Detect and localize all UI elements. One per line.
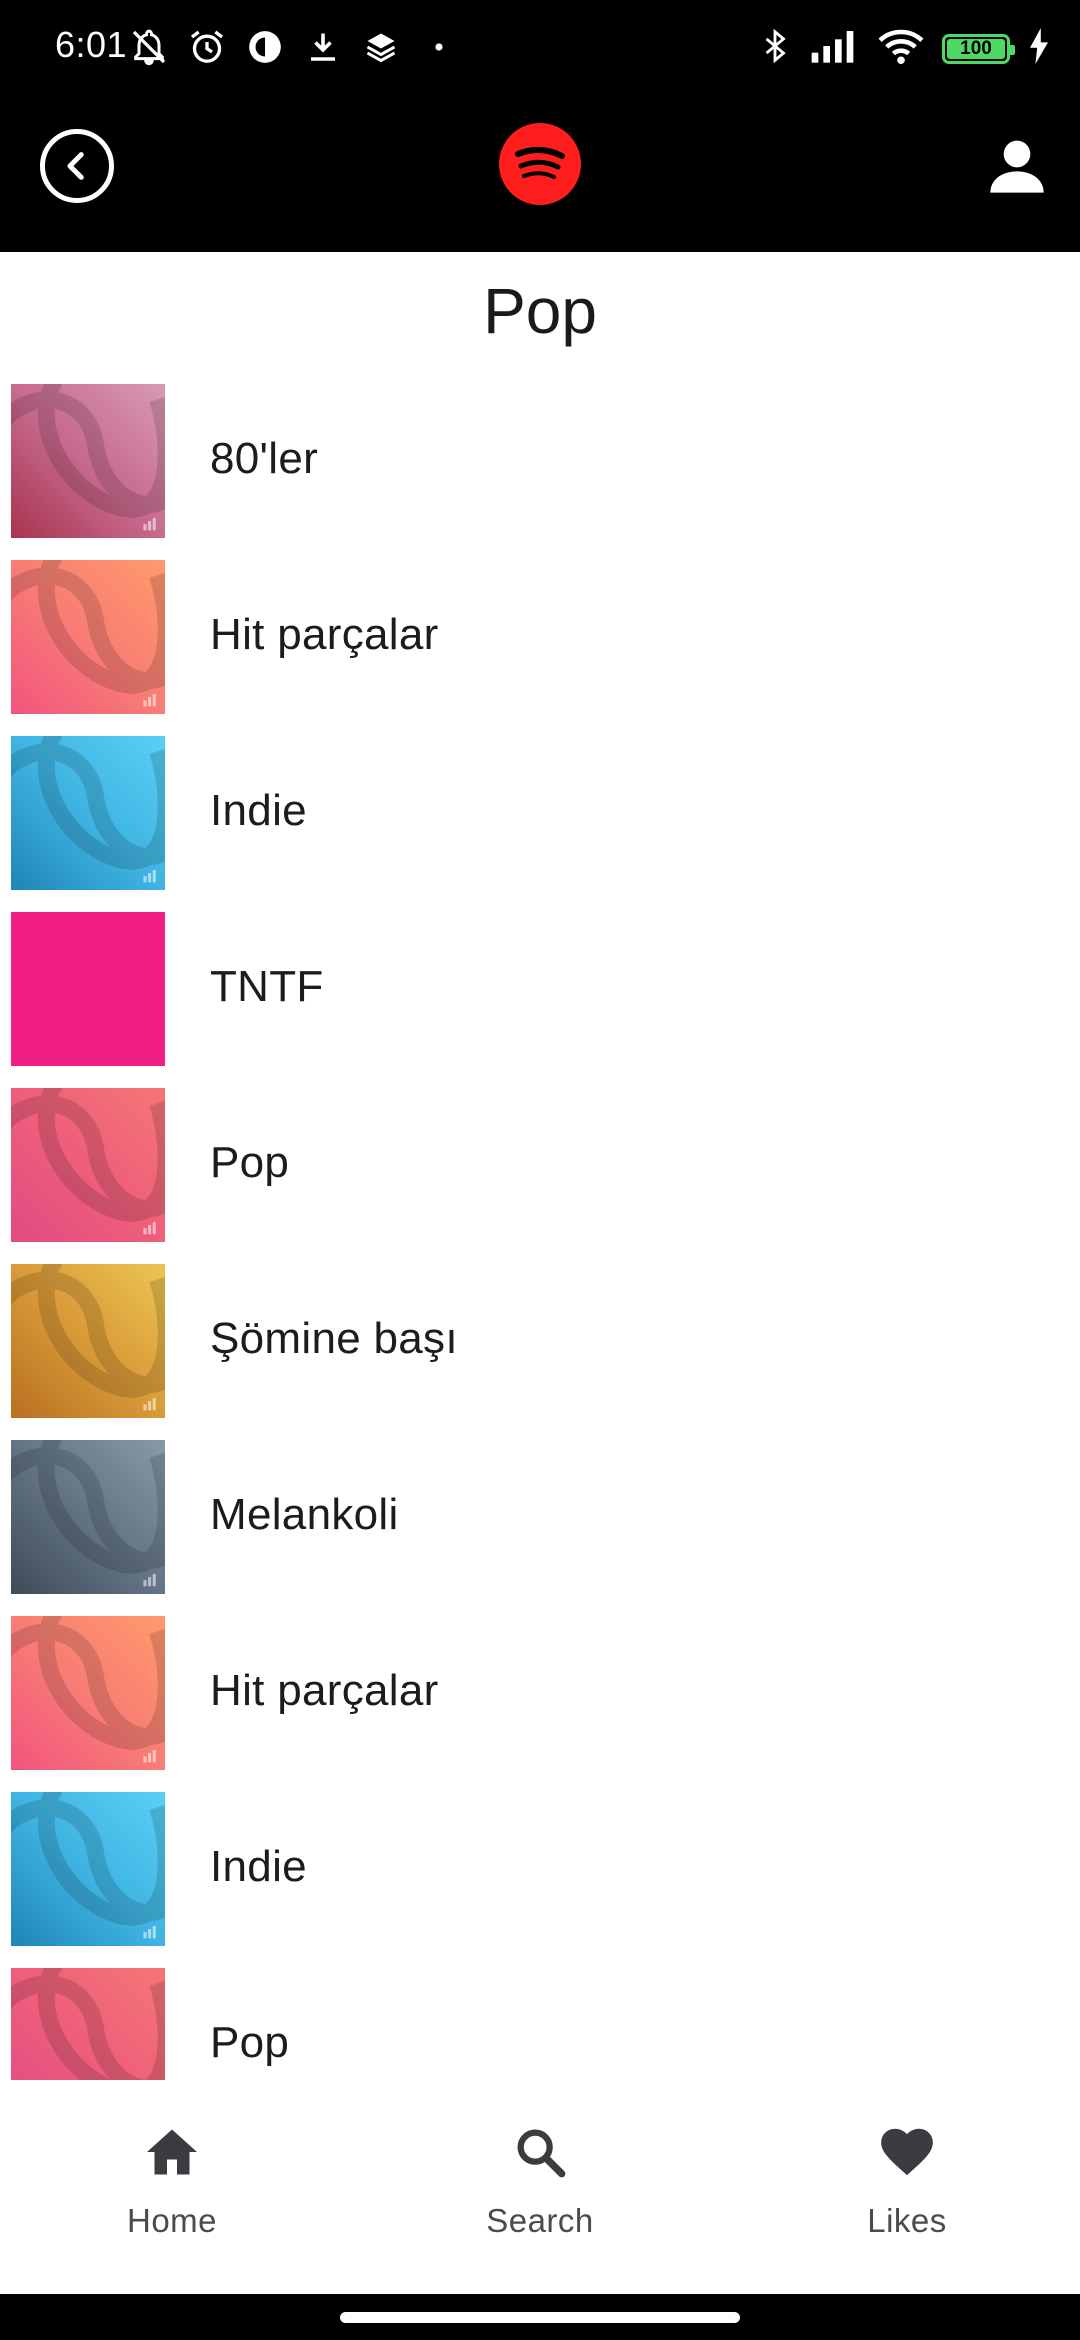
playlist-cover [11,560,165,714]
person-icon [990,140,1044,193]
home-icon [140,2120,204,2184]
main-content: Pop 80'ler Hit parçalar Indie TNTF Pop Şömine… [0,252,1080,2080]
nav-search[interactable]: Search [430,2120,650,2240]
playlist-cover [11,1968,165,2080]
charging-icon [1028,28,1050,69]
playlist-cover [11,384,165,538]
profile-button[interactable] [982,131,1052,201]
search-icon [508,2120,572,2184]
playlist-cover [11,1088,165,1242]
playlist-item[interactable]: TNTF [0,912,1080,1088]
playlist-title: Melankoli [210,1490,399,1539]
playlist-list: 80'ler Hit parçalar Indie TNTF Pop Şömine baş… [0,384,1080,2080]
nav-search-label: Search [486,2202,594,2239]
download-icon [302,26,344,68]
playlist-title: Indie [210,1842,307,1891]
bottom-navigation: Home Search Likes [0,2080,1080,2294]
alarm-icon [186,26,228,68]
status-left-icons [128,26,460,68]
page-title: Pop [483,275,597,347]
playlist-item[interactable]: 80'ler [0,384,1080,560]
layers-icon [360,26,402,68]
dot-icon [418,26,460,68]
wifi-icon [878,27,924,70]
bluetooth-icon [758,26,792,71]
playlist-title: Pop [210,1138,290,1187]
status-time: 6:01 [55,24,128,65]
nav-likes-label: Likes [867,2202,947,2239]
playlist-item[interactable]: Şömine başı [0,1264,1080,1440]
status-right-icons: 100 [758,26,1050,71]
back-arrow-circle-icon [67,152,84,180]
playlist-cover [11,1616,165,1770]
battery-level: 100 [960,37,992,59]
playlist-item[interactable]: Pop [0,1968,1080,2080]
battery-icon: 100 [942,33,1015,64]
mute-bell-icon [128,26,170,68]
status-bar: 6:01 100 [0,0,1080,95]
circle-app-icon [244,26,286,68]
signal-icon [810,28,860,69]
playlist-item[interactable]: Indie [0,736,1080,912]
playlist-item[interactable]: Hit parçalar [0,1616,1080,1792]
app-header [0,95,1080,252]
playlist-title: TNTF [210,962,324,1011]
playlist-item[interactable]: Indie [0,1792,1080,1968]
heart-icon [875,2120,939,2184]
back-button[interactable] [40,129,114,203]
nav-likes[interactable]: Likes [797,2120,1017,2240]
playlist-title: 80'ler [210,434,319,483]
playlist-title: Şömine başı [210,1314,458,1363]
playlist-item[interactable]: Hit parçalar [0,560,1080,736]
playlist-title: Hit parçalar [210,610,439,659]
playlist-title: Pop [210,2018,290,2067]
spotify-logo-icon[interactable] [499,123,581,205]
playlist-cover [11,1792,165,1946]
home-gesture-bar[interactable] [340,2312,740,2323]
nav-home-label: Home [126,2202,218,2239]
playlist-cover [11,912,165,1066]
playlist-cover [11,1264,165,1418]
playlist-title: Hit parçalar [210,1666,439,1715]
playlist-cover [11,1440,165,1594]
nav-home[interactable]: Home [62,2120,282,2240]
playlist-item[interactable]: Pop [0,1088,1080,1264]
playlist-cover [11,736,165,890]
playlist-title: Indie [210,786,307,835]
gesture-area [0,2294,1080,2340]
playlist-item[interactable]: Melankoli [0,1440,1080,1616]
